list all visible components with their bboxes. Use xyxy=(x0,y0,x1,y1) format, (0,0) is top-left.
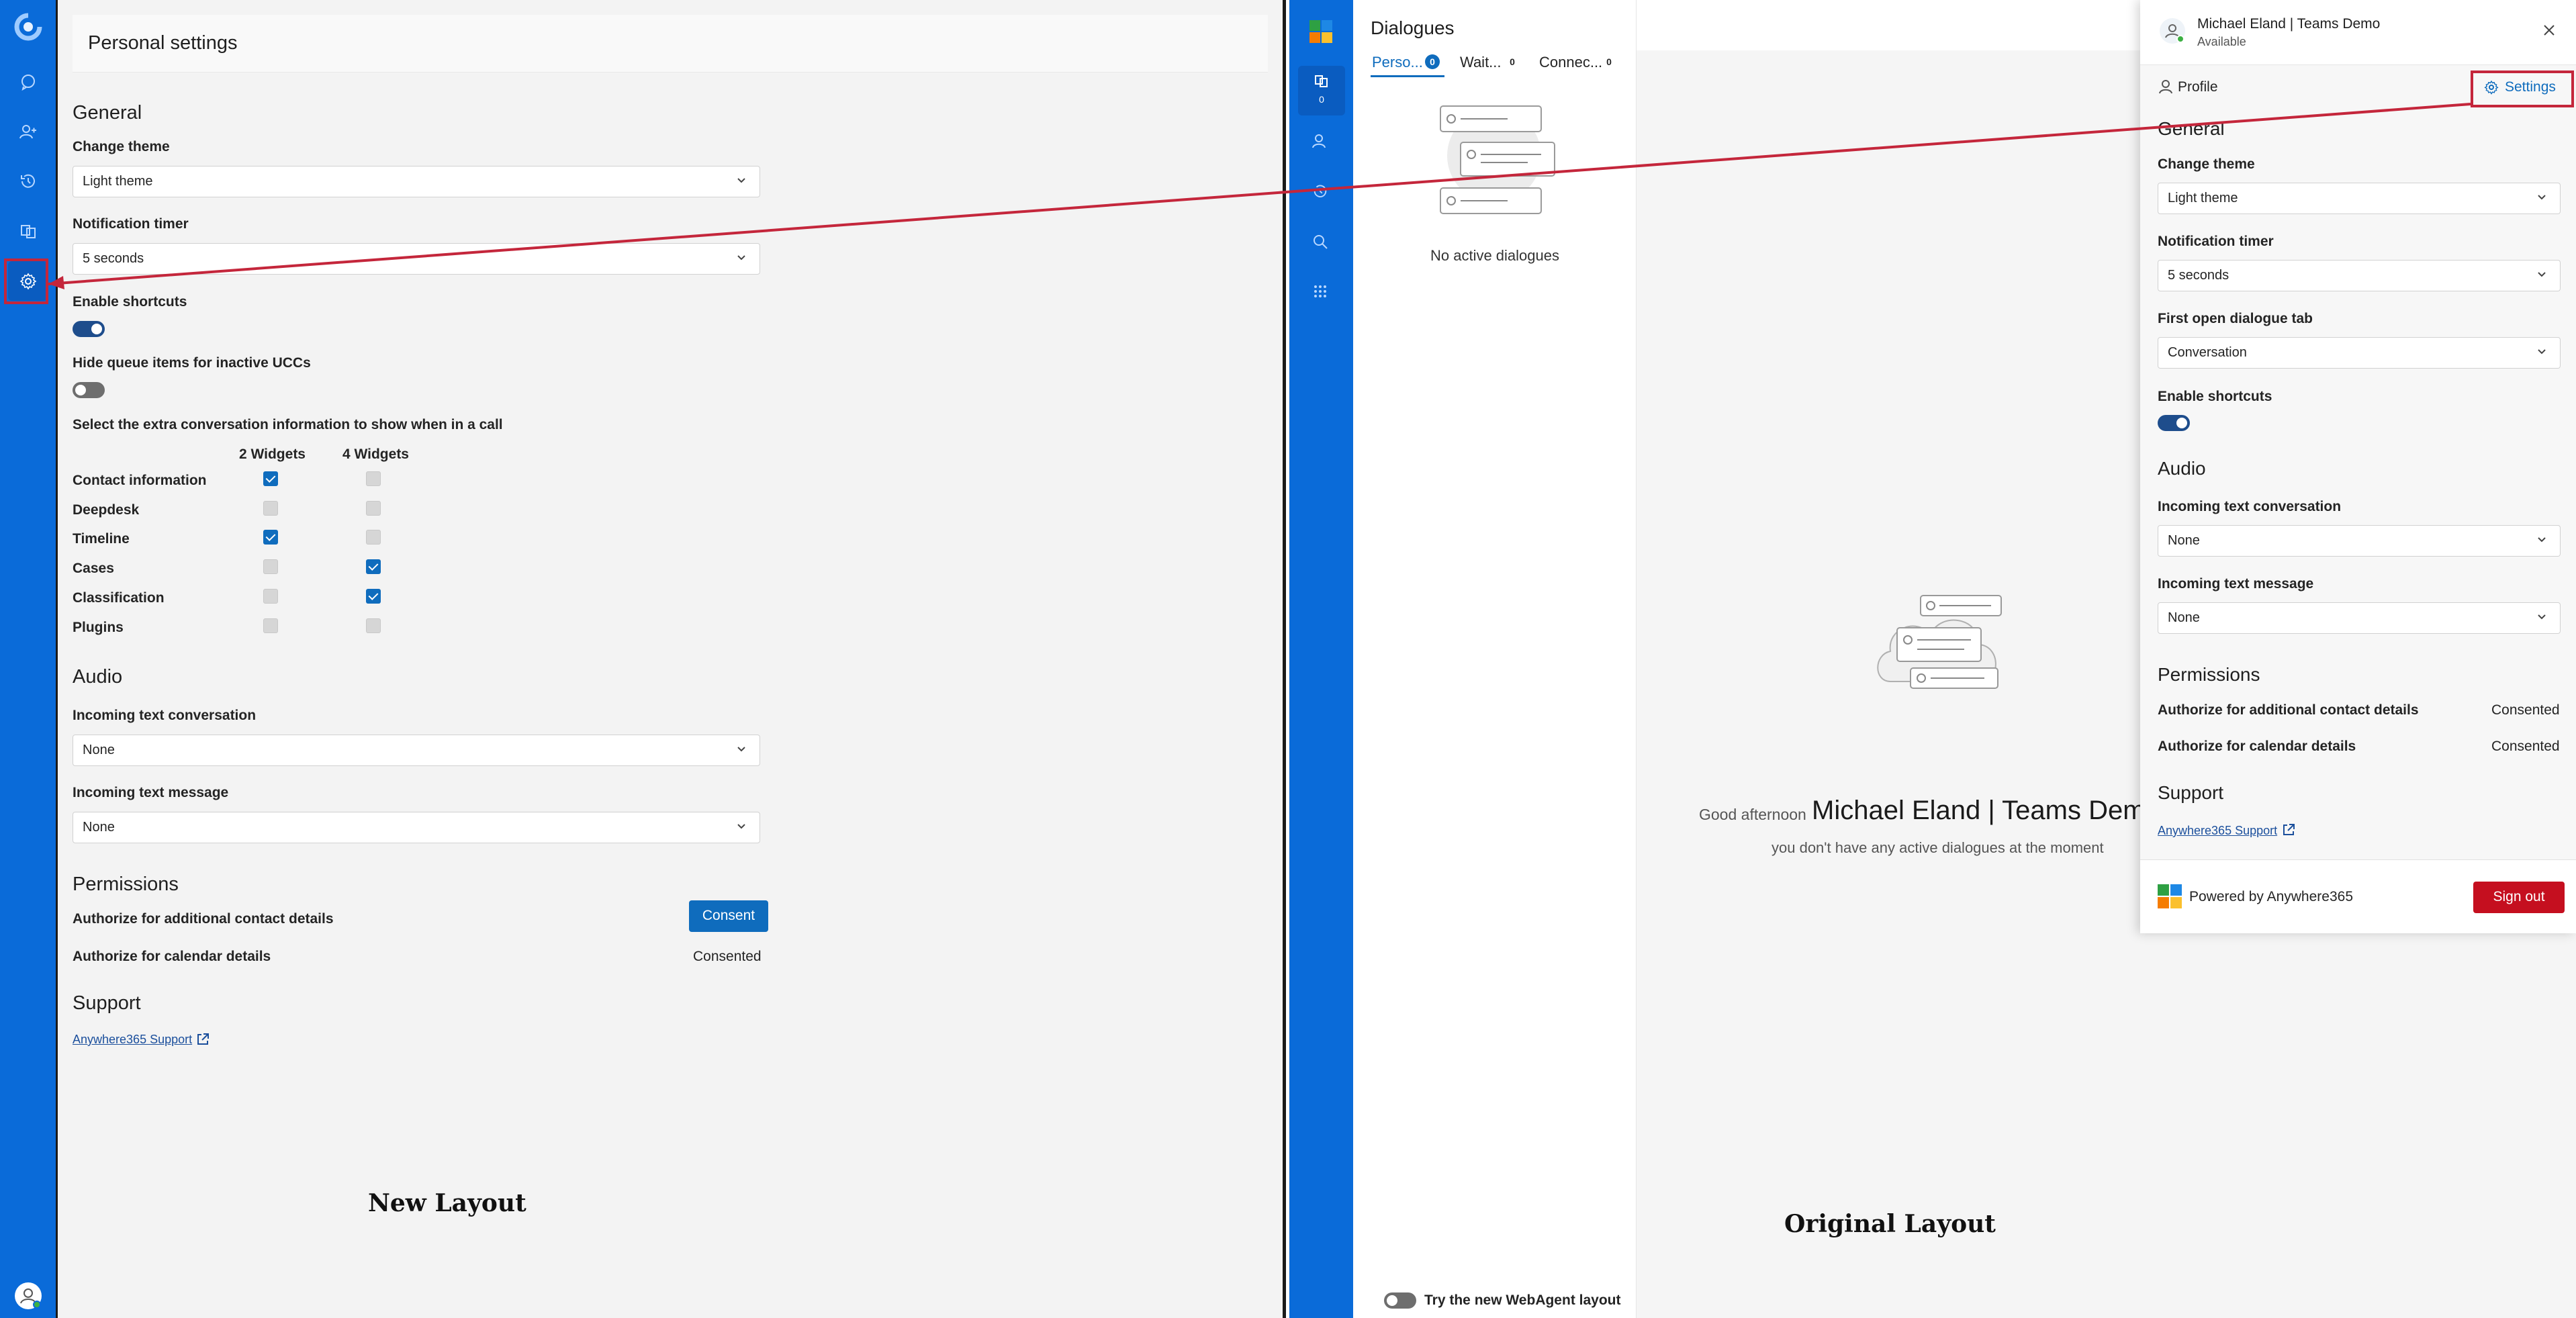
annotation-arrow xyxy=(48,103,2471,289)
